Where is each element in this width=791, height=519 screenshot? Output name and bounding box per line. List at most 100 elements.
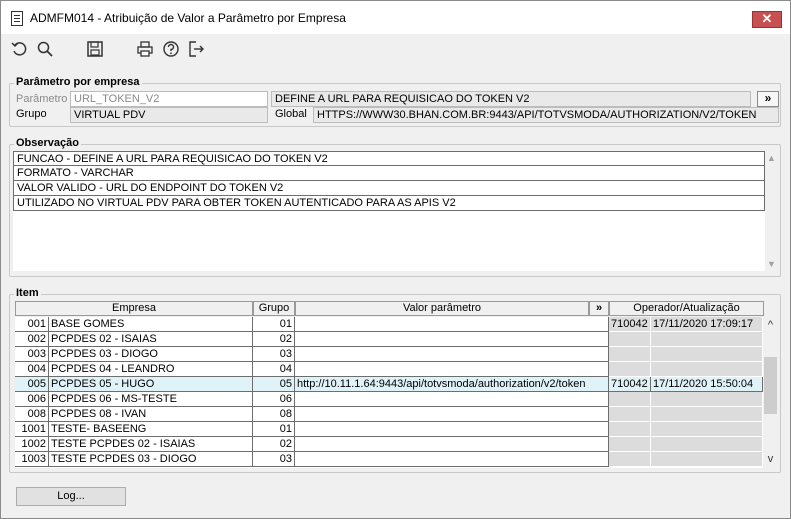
exit-icon[interactable] [187,40,205,58]
cell-operador[interactable] [609,392,651,407]
cell-valor[interactable] [295,317,609,332]
undo-icon[interactable] [10,40,28,58]
scroll-down-icon[interactable]: ▼ [765,258,778,270]
table-row[interactable]: 1002 TESTE PCPDES 02 - ISAIAS 02 [15,437,763,452]
log-button[interactable]: Log... [16,487,126,506]
cell-operador[interactable] [609,332,651,347]
cell-data[interactable] [651,332,763,347]
expand-param-button[interactable]: » [757,91,779,107]
header-valor[interactable]: Valor parâmetro [295,301,589,316]
scroll-thumb[interactable] [764,357,777,414]
cell-grupo[interactable]: 02 [253,437,295,452]
cell-data[interactable]: 17/11/2020 15:50:04 [651,377,763,392]
scroll-up-icon[interactable]: ^ [764,319,777,331]
toolbar [1,34,790,64]
cell-code[interactable]: 1002 [15,437,49,452]
cell-empresa[interactable]: PCPDES 06 - MS-TESTE [49,392,253,407]
param-section-label: Parâmetro por empresa [14,76,142,88]
cell-data[interactable] [651,452,763,467]
cell-empresa[interactable]: PCPDES 03 - DIOGO [49,347,253,362]
save-icon[interactable] [86,40,104,58]
header-empresa[interactable]: Empresa [15,301,253,316]
cell-code[interactable]: 008 [15,407,49,422]
cell-data[interactable] [651,437,763,452]
table-row[interactable]: 005 PCPDES 05 - HUGO 05 http://10.11.1.64:9… [15,377,763,392]
cell-code[interactable]: 1003 [15,452,49,467]
cell-operador[interactable] [609,407,651,422]
cell-data[interactable] [651,392,763,407]
cell-valor[interactable] [295,332,609,347]
cell-valor[interactable] [295,437,609,452]
table-row[interactable]: 003 PCPDES 03 - DIOGO 03 [15,347,763,362]
cell-operador[interactable] [609,437,651,452]
cell-operador[interactable] [609,362,651,377]
table-row[interactable]: 1001 TESTE- BASEENG 01 [15,422,763,437]
table-row[interactable]: 001 BASE GOMES 01 710042 17/11/2020 17:09:17 [15,317,763,332]
cell-data[interactable] [651,347,763,362]
cell-code[interactable]: 005 [15,377,49,392]
cell-code[interactable]: 001 [15,317,49,332]
cell-valor[interactable] [295,407,609,422]
cell-empresa[interactable]: BASE GOMES [49,317,253,332]
cell-data[interactable] [651,362,763,377]
cell-empresa[interactable]: TESTE PCPDES 03 - DIOGO [49,452,253,467]
cell-grupo[interactable]: 06 [253,392,295,407]
close-button[interactable]: ✕ [752,11,782,28]
cell-valor[interactable] [295,392,609,407]
cell-operador[interactable]: 710042 [609,317,651,332]
cell-empresa[interactable]: PCPDES 05 - HUGO [49,377,253,392]
cell-grupo[interactable]: 05 [253,377,295,392]
cell-valor[interactable] [295,347,609,362]
header-operador[interactable]: Operador/Atualização [609,301,764,316]
cell-grupo[interactable]: 02 [253,332,295,347]
cell-operador[interactable]: 710042 [609,377,651,392]
obs-scrollbar[interactable]: ▲ ▼ [765,151,778,271]
cell-operador[interactable] [609,452,651,467]
cell-grupo[interactable]: 03 [253,452,295,467]
global-label: Global [275,108,307,120]
expand-valor-button[interactable]: » [589,301,609,316]
cell-grupo[interactable]: 08 [253,407,295,422]
cell-empresa[interactable]: TESTE PCPDES 02 - ISAIAS [49,437,253,452]
group-label: Grupo [16,108,47,120]
cell-empresa[interactable]: TESTE- BASEENG [49,422,253,437]
cell-empresa[interactable]: PCPDES 04 - LEANDRO [49,362,253,377]
print-icon[interactable] [136,40,154,58]
table-row[interactable]: 002 PCPDES 02 - ISAIAS 02 [15,332,763,347]
grid-scrollbar[interactable]: ^ v [763,317,778,468]
obs-line: FORMATO - VARCHAR [13,166,765,181]
cell-code[interactable]: 006 [15,392,49,407]
observation-textarea[interactable]: FUNCAO - DEFINE A URL PARA REQUISICAO DO… [13,151,765,271]
cell-empresa[interactable]: PCPDES 02 - ISAIAS [49,332,253,347]
table-row[interactable]: 006 PCPDES 06 - MS-TESTE 06 [15,392,763,407]
cell-valor[interactable] [295,452,609,467]
scroll-up-icon[interactable]: ▲ [765,152,778,164]
cell-valor[interactable]: http://10.11.1.64:9443/api/totvsmoda/aut… [295,377,609,392]
header-grupo[interactable]: Grupo [253,301,295,316]
cell-valor[interactable] [295,422,609,437]
cell-code[interactable]: 002 [15,332,49,347]
cell-code[interactable]: 1001 [15,422,49,437]
help-icon[interactable] [162,40,180,58]
cell-valor[interactable] [295,362,609,377]
param-description-field: DEFINE A URL PARA REQUISICAO DO TOKEN V2 [271,91,751,107]
cell-data[interactable]: 17/11/2020 17:09:17 [651,317,763,332]
cell-empresa[interactable]: PCPDES 08 - IVAN [49,407,253,422]
obs-section-label: Observação [14,137,81,149]
cell-operador[interactable] [609,347,651,362]
param-field[interactable]: URL_TOKEN_V2 [70,91,268,107]
cell-data[interactable] [651,407,763,422]
cell-grupo[interactable]: 01 [253,422,295,437]
cell-grupo[interactable]: 04 [253,362,295,377]
table-row[interactable]: 004 PCPDES 04 - LEANDRO 04 [15,362,763,377]
cell-code[interactable]: 003 [15,347,49,362]
cell-grupo[interactable]: 03 [253,347,295,362]
table-row[interactable]: 1003 TESTE PCPDES 03 - DIOGO 03 [15,452,763,467]
table-row[interactable]: 008 PCPDES 08 - IVAN 08 [15,407,763,422]
cell-code[interactable]: 004 [15,362,49,377]
cell-operador[interactable] [609,422,651,437]
cell-grupo[interactable]: 01 [253,317,295,332]
search-icon[interactable] [36,40,54,58]
scroll-down-icon[interactable]: v [764,453,777,465]
cell-data[interactable] [651,422,763,437]
